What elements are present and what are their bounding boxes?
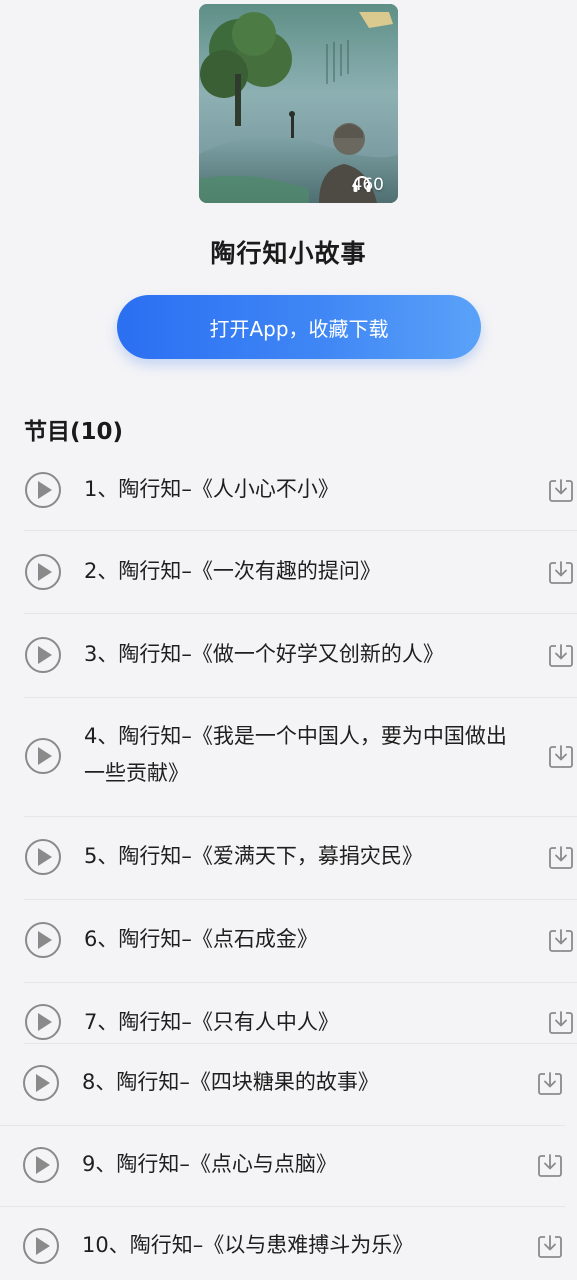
episode-divider <box>24 697 577 698</box>
program-section-title: 节目(10) <box>24 419 124 445</box>
album-title: 陶行知小故事 <box>210 239 367 268</box>
play-icon[interactable] <box>22 1064 60 1102</box>
open-app-button[interactable]: 打开App，收藏下载 <box>117 295 481 359</box>
download-icon[interactable] <box>547 1008 575 1036</box>
play-icon[interactable] <box>24 553 62 591</box>
episode-title[interactable]: 8、陶行知–《四块糖果的故事》 <box>82 1064 532 1101</box>
episode-title[interactable]: 10、陶行知–《以与患难搏斗为乐》 <box>82 1227 532 1264</box>
play-icon[interactable] <box>24 737 62 775</box>
episode-title[interactable]: 1、陶行知–《人小心不小》 <box>84 471 534 508</box>
download-icon[interactable] <box>547 843 575 871</box>
download-icon[interactable] <box>547 742 575 770</box>
episode-divider <box>24 530 577 531</box>
play-icon[interactable] <box>24 636 62 674</box>
episode-title[interactable]: 5、陶行知–《爱满天下，募捐灾民》 <box>84 838 534 875</box>
headphones-icon <box>353 176 371 192</box>
episode-divider <box>0 1206 565 1207</box>
album-cover[interactable]: 460 <box>199 4 398 203</box>
episode-title[interactable]: 3、陶行知–《做一个好学又创新的人》 <box>84 636 534 673</box>
play-icon[interactable] <box>24 1003 62 1041</box>
download-icon[interactable] <box>536 1069 564 1097</box>
download-icon[interactable] <box>547 641 575 669</box>
download-icon[interactable] <box>547 476 575 504</box>
episode-title[interactable]: 7、陶行知–《只有人中人》 <box>84 1004 534 1041</box>
play-icon[interactable] <box>24 471 62 509</box>
episode-divider <box>24 1043 577 1044</box>
play-count: 460 <box>352 175 384 195</box>
play-icon[interactable] <box>24 838 62 876</box>
episode-title[interactable]: 2、陶行知–《一次有趣的提问》 <box>84 553 534 590</box>
download-icon[interactable] <box>536 1151 564 1179</box>
download-icon[interactable] <box>547 926 575 954</box>
episode-title[interactable]: 6、陶行知–《点石成金》 <box>84 921 534 958</box>
play-icon[interactable] <box>24 921 62 959</box>
download-icon[interactable] <box>547 558 575 586</box>
play-icon[interactable] <box>22 1227 60 1265</box>
episode-title[interactable]: 9、陶行知–《点心与点脑》 <box>82 1146 532 1183</box>
episode-divider <box>24 613 577 614</box>
play-icon[interactable] <box>22 1146 60 1184</box>
album-page: 460 陶行知小故事 打开App，收藏下载 节目(10) 1、陶行知–《人小心不… <box>0 0 577 1280</box>
episode-divider <box>24 899 577 900</box>
download-icon[interactable] <box>536 1232 564 1260</box>
episode-divider <box>24 816 577 817</box>
episode-divider <box>0 1125 565 1126</box>
cover-artwork <box>199 4 398 203</box>
episode-divider <box>24 982 577 983</box>
episode-title[interactable]: 4、陶行知–《我是一个中国人，要为中国做出一些贡献》 <box>84 718 514 792</box>
